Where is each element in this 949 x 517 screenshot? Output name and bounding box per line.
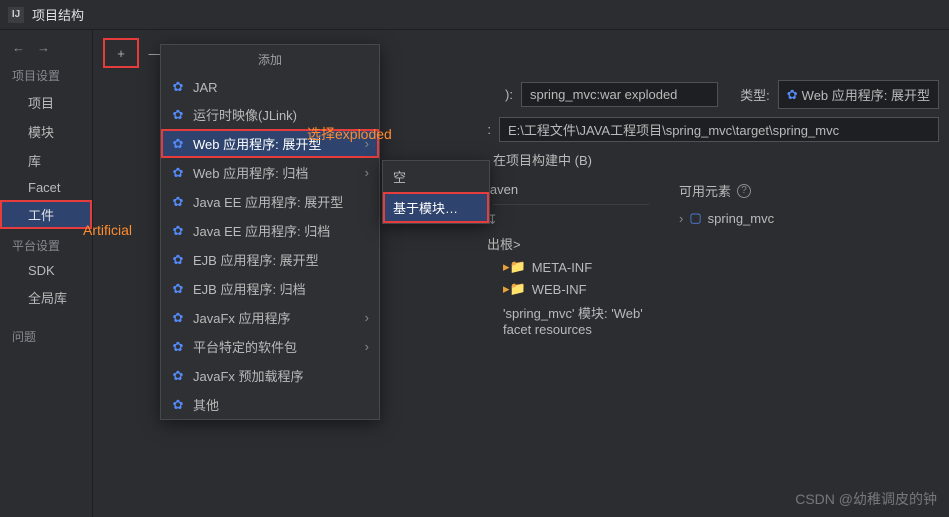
available-elements-panel: 可用元素 ? › ▢ spring_mvc (679, 179, 939, 340)
web-inf-label: WEB-INF (532, 282, 587, 297)
sidebar-item-project[interactable]: 项目 (0, 88, 92, 117)
artifact-type-icon: ✿ (171, 368, 185, 384)
folder-icon: ▸📁 (503, 259, 526, 275)
tree-meta-inf[interactable]: ▸📁 META-INF (483, 256, 659, 278)
dropdown-item-6[interactable]: ✿ EJB 应用程序: 展开型 (161, 245, 379, 274)
folder-icon: ▸📁 (503, 281, 526, 297)
add-artifact-dropdown: 添加 ✿ JAR ✿ 运行时映像(JLink) ✿ Web 应用程序: 展开型 › ✿ Web … (160, 44, 380, 420)
artifact-type-icon: ✿ (171, 136, 185, 152)
dropdown-item-11[interactable]: ✿ 其他 (161, 390, 379, 419)
tree-web-inf[interactable]: ▸📁 WEB-INF (483, 278, 659, 300)
window-title: 项目结构 (32, 5, 84, 24)
artifact-type-value: Web 应用程序: 展开型 (802, 85, 930, 104)
tree-output-root[interactable]: 出根> (483, 231, 659, 256)
dropdown-item-label: Web 应用程序: 展开型 (193, 134, 321, 153)
dropdown-item-5[interactable]: ✿ Java EE 应用程序: 归档 (161, 216, 379, 245)
artifact-type-icon: ✿ (171, 252, 185, 268)
artifact-type-icon: ✿ (171, 194, 185, 210)
submenu-item-0[interactable]: 空 (383, 161, 489, 192)
dropdown-item-label: 运行时映像(JLink) (193, 105, 297, 124)
available-elements-header: 可用元素 (679, 181, 731, 200)
tree-maven-label: laven (487, 182, 518, 197)
sidebar-item-modules[interactable]: 模块 (0, 117, 92, 146)
dropdown-item-label: Web 应用程序: 归档 (193, 163, 308, 182)
dropdown-item-label: JavaFx 预加载程序 (193, 366, 304, 385)
sidebar: ← → 项目设置 项目 模块 库 Facet 工件 平台设置 SDK 全局库 问… (0, 30, 93, 517)
forward-arrow-icon[interactable]: → (37, 40, 50, 55)
dropdown-item-label: JAR (193, 80, 218, 95)
back-arrow-icon[interactable]: ← (12, 40, 25, 55)
dropdown-item-0[interactable]: ✿ JAR (161, 74, 379, 100)
title-bar: IJ 项目结构 (0, 0, 949, 30)
type-label: 类型: (740, 85, 770, 104)
artifact-type-icon: ✿ (171, 339, 185, 355)
available-element-label: spring_mvc (708, 211, 774, 226)
dropdown-item-9[interactable]: ✿ 平台特定的软件包 › (161, 332, 379, 361)
available-element-item[interactable]: › ▢ spring_mvc (679, 206, 939, 230)
dropdown-item-label: Java EE 应用程序: 归档 (193, 221, 330, 240)
artifact-type-icon: ✿ (171, 79, 185, 95)
sidebar-item-sdk[interactable]: SDK (0, 258, 92, 283)
output-directory-input[interactable] (499, 117, 939, 142)
artifact-type-icon: ✿ (171, 310, 185, 326)
chevron-right-icon: › (365, 310, 369, 325)
dropdown-item-4[interactable]: ✿ Java EE 应用程序: 展开型 (161, 187, 379, 216)
annotation-select-exploded: 选择exploded (307, 124, 392, 144)
chevron-right-icon: › (679, 211, 683, 226)
dropdown-item-10[interactable]: ✿ JavaFx 预加载程序 (161, 361, 379, 390)
sidebar-section-platform: 平台设置 (0, 229, 92, 258)
artifact-type-icon: ✿ (171, 223, 185, 239)
sidebar-item-global-libs[interactable]: 全局库 (0, 283, 92, 312)
include-in-build-label: 在项目构建中 (B) (493, 153, 592, 168)
dropdown-title: 添加 (161, 45, 379, 74)
sidebar-item-artifacts[interactable]: 工件 (0, 200, 92, 229)
add-artifact-button[interactable]: + (111, 43, 131, 63)
sidebar-item-facet[interactable]: Facet (0, 175, 92, 200)
artifact-name-input[interactable] (521, 82, 718, 107)
dropdown-item-8[interactable]: ✿ JavaFx 应用程序 › (161, 303, 379, 332)
chevron-right-icon: › (365, 165, 369, 180)
artifact-source-submenu: 空基于模块… (382, 160, 490, 224)
dropdown-item-label: EJB 应用程序: 展开型 (193, 250, 319, 269)
tree-maven-row[interactable]: laven (483, 179, 659, 200)
add-artifact-highlight-box: + (103, 38, 139, 68)
dropdown-item-3[interactable]: ✿ Web 应用程序: 归档 › (161, 158, 379, 187)
artifact-type-select[interactable]: ✿ Web 应用程序: 展开型 (778, 80, 939, 109)
output-root-label: 出根> (487, 234, 521, 253)
dropdown-item-label: 平台特定的软件包 (193, 337, 297, 356)
dropdown-item-label: EJB 应用程序: 归档 (193, 279, 306, 298)
name-label-suffix: ): (473, 87, 513, 102)
sidebar-section-project: 项目设置 (0, 59, 92, 88)
dropdown-item-label: 其他 (193, 395, 219, 414)
meta-inf-label: META-INF (532, 260, 592, 275)
watermark: CSDN @幼稚调皮的钟 (795, 489, 937, 509)
artifact-type-icon: ✿ (171, 281, 185, 297)
sidebar-section-problems: 问题 (0, 312, 92, 349)
outdir-label-suffix: : (481, 122, 491, 137)
annotation-artificial: Artificial (83, 222, 132, 238)
dropdown-item-label: JavaFx 应用程序 (193, 308, 291, 327)
chevron-right-icon: › (365, 339, 369, 354)
sidebar-item-libraries[interactable]: 库 (0, 146, 92, 175)
dropdown-item-7[interactable]: ✿ EJB 应用程序: 归档 (161, 274, 379, 303)
artifact-type-icon: ✿ (171, 107, 185, 123)
web-icon: ✿ (787, 87, 798, 103)
facet-resources-label: 'spring_mvc' 模块: 'Web' facet resources (503, 303, 655, 337)
dropdown-item-label: Java EE 应用程序: 展开型 (193, 192, 343, 211)
artifact-type-icon: ✿ (171, 165, 185, 181)
main-container: ← → 项目设置 项目 模块 库 Facet 工件 平台设置 SDK 全局库 问… (0, 30, 949, 517)
module-icon: ▢ (689, 210, 701, 226)
artifact-type-icon: ✿ (171, 397, 185, 413)
tree-facet-resources[interactable]: 'spring_mvc' 模块: 'Web' facet resources (483, 300, 659, 340)
app-logo-icon: IJ (8, 7, 24, 23)
submenu-item-1[interactable]: 基于模块… (383, 192, 489, 223)
help-icon[interactable]: ? (737, 184, 751, 198)
tree-toolbar-row: ↧ (483, 209, 659, 231)
